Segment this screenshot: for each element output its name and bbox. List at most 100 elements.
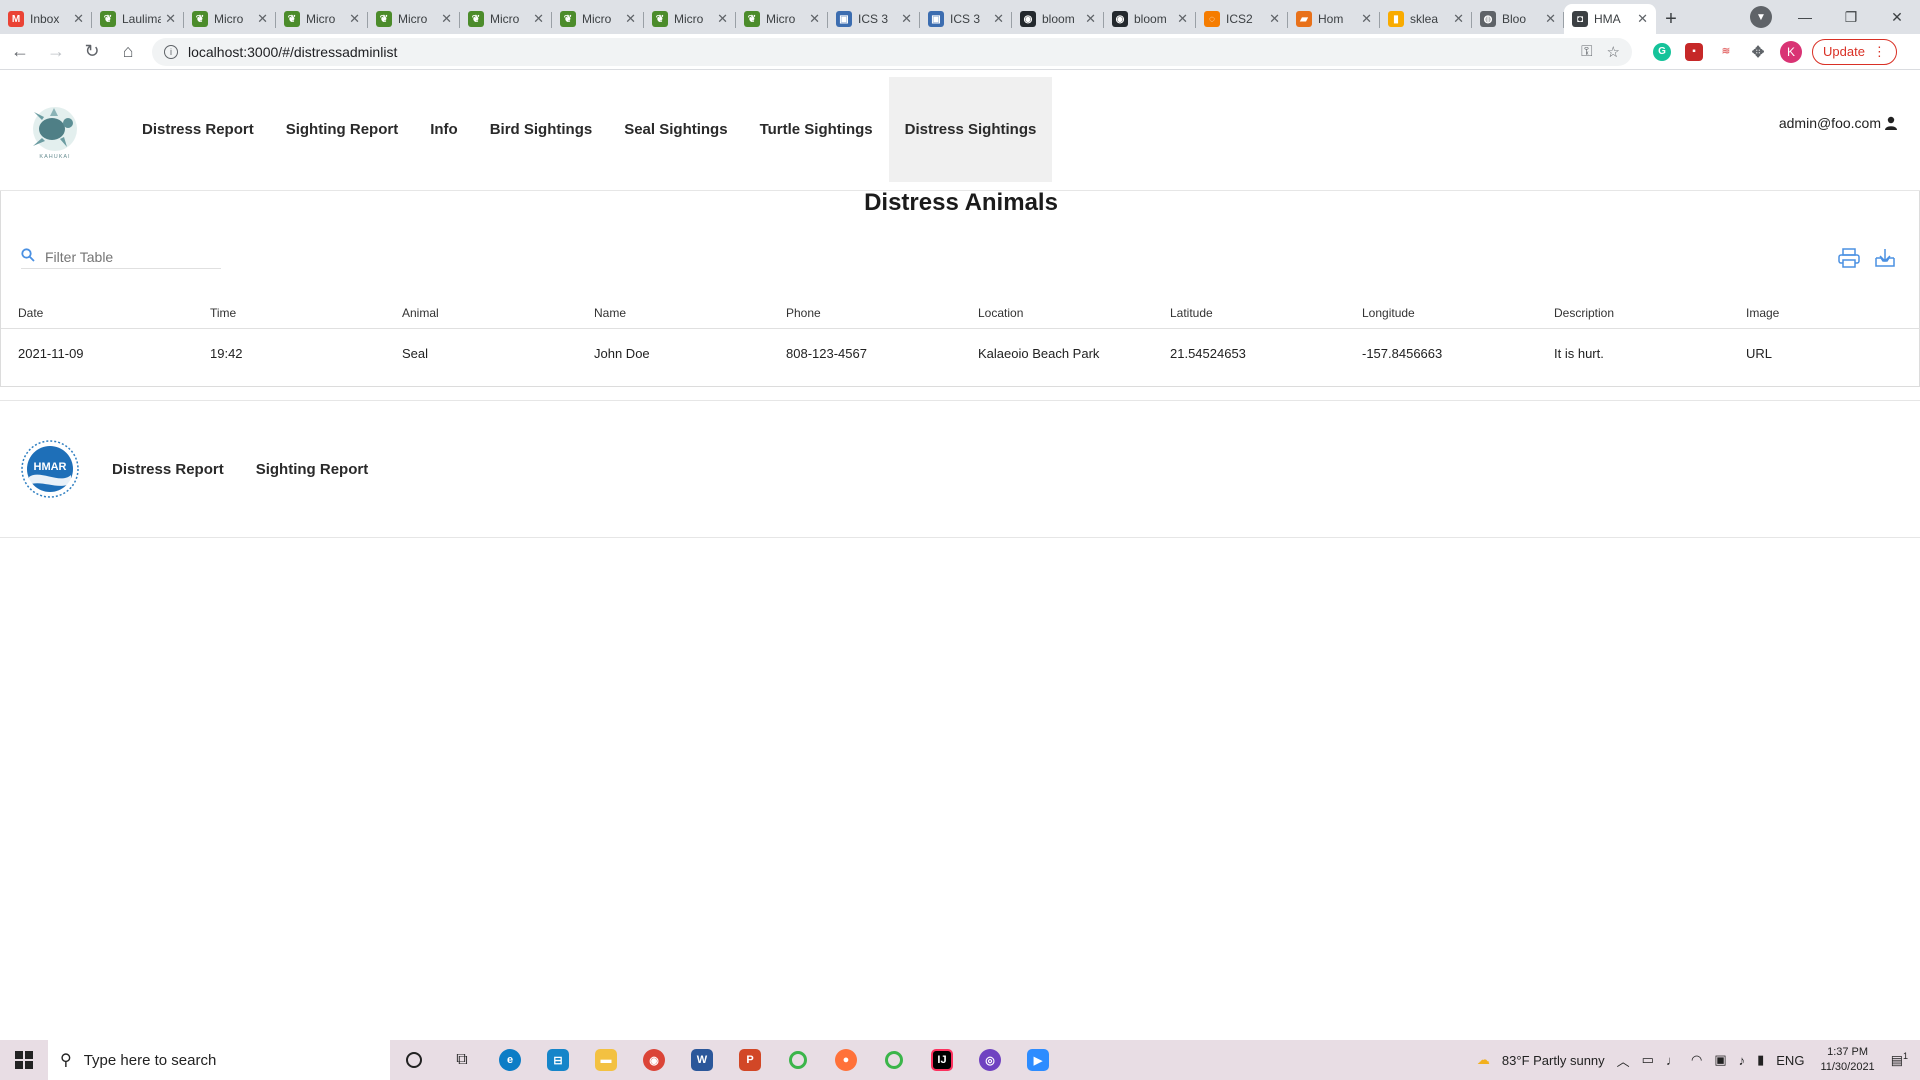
extension-red-icon[interactable]: ▪	[1685, 42, 1703, 61]
tab-close-icon[interactable]: ✕	[1361, 11, 1372, 27]
table-row[interactable]: 2021-11-09 19:42 Seal John Doe 808-123-4567 K…	[1, 329, 1920, 377]
nav-item[interactable]: Seal Sightings	[608, 77, 743, 182]
clock[interactable]: 1:37 PM 11/30/2021	[1820, 1045, 1874, 1075]
browser-tab[interactable]: ▣ ICS 3 ✕	[920, 4, 1012, 34]
wifi-icon[interactable]: ◠	[1691, 1052, 1702, 1068]
browser-tab[interactable]: ◌ ICS2 ✕	[1196, 4, 1288, 34]
firefox-icon[interactable]: ●	[822, 1040, 870, 1080]
tab-close-icon[interactable]: ✕	[1637, 11, 1648, 27]
browser-tab[interactable]: M Inbox ✕	[0, 4, 92, 34]
hmar-logo-icon[interactable]: HMAR	[20, 439, 80, 499]
key-icon[interactable]: ⚿	[1581, 43, 1592, 60]
volume-icon[interactable]: ♪	[1739, 1053, 1746, 1068]
tab-close-icon[interactable]: ✕	[1545, 11, 1556, 27]
column-header[interactable]: Name	[577, 306, 769, 320]
tab-close-icon[interactable]: ✕	[1453, 11, 1464, 27]
nav-item[interactable]: Turtle Sightings	[744, 77, 889, 182]
intellij-icon[interactable]: IJ	[918, 1040, 966, 1080]
battery-icon[interactable]: ▮	[1757, 1052, 1764, 1068]
tab-search-icon[interactable]: ▼	[1750, 6, 1772, 28]
tab-close-icon[interactable]: ✕	[809, 11, 820, 27]
tab-close-icon[interactable]: ✕	[625, 11, 636, 27]
reload-icon[interactable]: ↻	[76, 36, 108, 68]
browser-tab[interactable]: ◘ HMA ✕	[1564, 4, 1656, 34]
filter-input[interactable]	[45, 248, 205, 265]
extension-wifi-icon[interactable]: ≋	[1717, 43, 1735, 61]
puzzle-icon[interactable]: ✥	[1749, 43, 1767, 61]
browser-tab[interactable]: ❦ Micro ✕	[552, 4, 644, 34]
nav-item[interactable]: Distress Sightings	[888, 77, 1053, 182]
footer-link[interactable]: Distress Report	[112, 461, 224, 478]
column-header[interactable]: Animal	[385, 306, 577, 320]
camera-icon[interactable]: ▭	[1642, 1052, 1654, 1068]
cortana-icon[interactable]	[390, 1040, 438, 1080]
update-button[interactable]: Update ⋮	[1812, 38, 1897, 65]
home-icon[interactable]: ⌂	[112, 36, 144, 68]
tab-close-icon[interactable]: ✕	[257, 11, 268, 27]
footer-link[interactable]: Sighting Report	[256, 461, 369, 478]
download-icon[interactable]	[1873, 247, 1897, 269]
bookmark-star-icon[interactable]: ☆	[1607, 43, 1620, 61]
taskbar-search[interactable]: ⚲ Type here to search	[48, 1040, 390, 1080]
turtle-logo-icon[interactable]: KAHUKAI	[24, 100, 86, 162]
column-header[interactable]: Longitude	[1345, 306, 1537, 320]
browser-tab[interactable]: ◉ bloom ✕	[1104, 4, 1196, 34]
edge-icon[interactable]: e	[486, 1040, 534, 1080]
tab-close-icon[interactable]: ✕	[1177, 11, 1188, 27]
browser-tab[interactable]: ▣ ICS 3 ✕	[828, 4, 920, 34]
tab-close-icon[interactable]: ✕	[533, 11, 544, 27]
ring-app-icon[interactable]	[774, 1040, 822, 1080]
column-header[interactable]: Description	[1537, 306, 1729, 320]
restore-icon[interactable]: ❐	[1828, 0, 1874, 34]
browser-tab[interactable]: ▰ Hom ✕	[1288, 4, 1380, 34]
browser-tab[interactable]: ❦ Micro ✕	[184, 4, 276, 34]
browser-tab[interactable]: ❦ Laulima ✕	[92, 4, 184, 34]
powerpoint-icon[interactable]: P	[726, 1040, 774, 1080]
url-text[interactable]: localhost:3000/#/distressadminlist	[188, 44, 1567, 60]
weather-icon[interactable]: ☁	[1477, 1052, 1490, 1068]
tab-close-icon[interactable]: ✕	[1269, 11, 1280, 27]
tab-close-icon[interactable]: ✕	[73, 11, 84, 27]
browser-tab[interactable]: ❦ Micro ✕	[276, 4, 368, 34]
tab-close-icon[interactable]: ✕	[349, 11, 360, 27]
notification-icon[interactable]: ▤1	[1891, 1051, 1908, 1068]
user-menu[interactable]: admin@foo.com	[1779, 115, 1898, 131]
back-icon[interactable]: ←	[4, 36, 36, 68]
browser-tab[interactable]: ▮ sklea ✕	[1380, 4, 1472, 34]
zoom-icon[interactable]: ▶	[1014, 1040, 1062, 1080]
close-window-icon[interactable]: ✕	[1874, 0, 1920, 34]
filter-table[interactable]	[21, 245, 221, 269]
tab-close-icon[interactable]: ✕	[717, 11, 728, 27]
language-indicator[interactable]: ENG	[1776, 1053, 1804, 1068]
browser-tab[interactable]: ❦ Micro ✕	[644, 4, 736, 34]
network-icon[interactable]: ▣	[1714, 1052, 1726, 1068]
browser-tab[interactable]: ◍ Bloo ✕	[1472, 4, 1564, 34]
microphone-icon[interactable]: ♩	[1666, 1053, 1679, 1068]
task-view-icon[interactable]: ⧉	[438, 1040, 486, 1080]
table-cell[interactable]: URL	[1729, 346, 1920, 361]
browser-tab[interactable]: ❦ Micro ✕	[460, 4, 552, 34]
weather-text[interactable]: 83°F Partly sunny	[1502, 1053, 1605, 1068]
print-icon[interactable]	[1837, 247, 1861, 269]
nav-item[interactable]: Distress Report	[126, 77, 270, 182]
ring-app-2-icon[interactable]	[870, 1040, 918, 1080]
column-header[interactable]: Date	[1, 306, 193, 320]
address-bar[interactable]: i localhost:3000/#/distressadminlist ⚿ ☆	[152, 37, 1632, 66]
file-explorer-icon[interactable]: ▬	[582, 1040, 630, 1080]
column-header[interactable]: Latitude	[1153, 306, 1345, 320]
tab-close-icon[interactable]: ✕	[1085, 11, 1096, 27]
tab-close-icon[interactable]: ✕	[441, 11, 452, 27]
browser-tab[interactable]: ◉ bloom ✕	[1012, 4, 1104, 34]
nav-item[interactable]: Bird Sightings	[474, 77, 609, 182]
column-header[interactable]: Phone	[769, 306, 961, 320]
windows-start-icon[interactable]	[0, 1040, 48, 1080]
site-info-icon[interactable]: i	[164, 44, 178, 59]
chevron-up-icon[interactable]: ︿	[1617, 1051, 1630, 1070]
grammarly-icon[interactable]: G	[1653, 42, 1671, 61]
chrome-icon[interactable]: ◉	[630, 1040, 678, 1080]
column-header[interactable]: Time	[193, 306, 385, 320]
profile-avatar[interactable]: K	[1780, 40, 1802, 63]
browser-tab[interactable]: ❦ Micro ✕	[368, 4, 460, 34]
minimize-icon[interactable]: —	[1782, 0, 1828, 34]
browser-tab[interactable]: ❦ Micro ✕	[736, 4, 828, 34]
